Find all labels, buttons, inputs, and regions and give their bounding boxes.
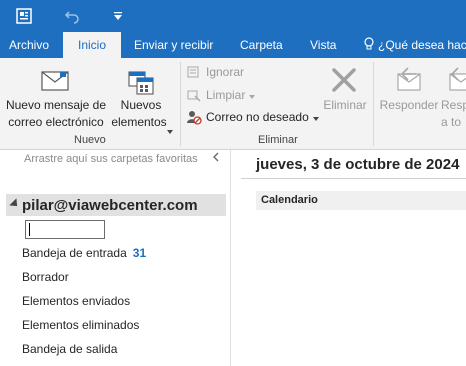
folder-item-drafts[interactable]: Borrador [22,270,69,284]
group-separator [180,62,181,146]
reply-all-label-1: Resp [441,98,466,112]
favorites-hint: Arrastre aquí sus carpetas favoritas [24,153,198,165]
new-items-label-2: elementos [111,115,167,129]
lightbulb-icon [364,32,378,58]
calendar-label: Calendario [261,194,318,206]
new-email-button[interactable]: Nuevo mensaje de correo electrónico [4,62,108,132]
delete-icon [330,66,358,99]
tab-carpeta[interactable]: Carpeta [240,32,283,58]
reply-all-button[interactable]: Resp a to [440,62,466,132]
ribbon-tabs: Archivo Inicio Enviar y recibir Carpeta … [0,32,466,58]
tab-archivo[interactable]: Archivo [9,32,49,58]
group-label-nuevo: Nuevo [74,134,106,146]
tab-enviar-recibir[interactable]: Enviar y recibir [134,32,213,58]
reply-icon [394,66,424,99]
new-email-icon [38,68,72,99]
undo-icon[interactable] [62,6,82,26]
folder-label: Elementos eliminados [22,318,140,332]
clean-up-button[interactable]: Limpiar [186,85,256,105]
folder-label: Elementos enviados [22,294,131,308]
clean-up-icon [186,87,202,103]
new-items-icon [126,64,156,101]
reply-label: Responder [379,98,439,112]
tell-me-search[interactable]: ¿Qué desea hace [364,32,466,58]
clean-up-label: Limpiar [206,88,246,102]
new-email-label-2: correo electrónico [8,115,104,129]
ignore-label: Ignorar [206,65,245,79]
folder-label: Borrador [22,270,69,284]
folder-item-inbox[interactable]: Bandeja de entrada 31 [22,246,146,260]
new-items-label-1: Nuevos [120,98,162,112]
junk-email-icon [186,109,202,125]
outlook-app-icon[interactable] [14,6,34,26]
tab-vista[interactable]: Vista [310,32,336,58]
divider [241,178,466,179]
date-header: jueves, 3 de octubre de 2024 [256,156,460,173]
reply-all-label-2: a to [441,115,462,129]
folder-item-deleted[interactable]: Elementos eliminados [22,318,139,332]
customize-toolbar-icon[interactable] [108,6,128,26]
reply-all-icon [446,66,466,99]
tab-inicio[interactable]: Inicio [63,32,121,58]
account-name: pilar@viawebcenter.com [22,197,198,214]
unread-count-badge: 31 [132,246,147,260]
new-folder-name-input[interactable] [25,220,105,239]
junk-email-label: Correo no deseado [206,110,309,124]
chevron-down-icon [312,110,319,124]
new-items-button[interactable]: Nuevos elementos [108,62,174,134]
delete-button[interactable]: Eliminar [320,62,370,132]
tell-me-text: ¿Qué desea hace [378,38,466,52]
collapse-pane-icon[interactable] [212,152,220,165]
text-caret [29,223,30,236]
folder-label: Bandeja de entrada [22,246,127,260]
group-separator [373,62,374,146]
folder-item-outbox[interactable]: Bandeja de salida [22,342,117,356]
chevron-down-icon [167,121,173,139]
chevron-down-icon [249,88,256,102]
delete-label: Eliminar [323,98,367,112]
junk-email-button[interactable]: Correo no deseado [186,107,319,127]
group-label-eliminar: Eliminar [258,134,298,146]
ignore-button[interactable]: Ignorar [186,62,244,82]
ignore-icon [186,64,202,80]
folder-label: Bandeja de salida [22,342,118,356]
new-email-label-1: Nuevo mensaje de [5,98,107,112]
title-bar [0,0,466,32]
reply-button[interactable]: Responder [378,62,440,132]
outlook-window: Archivo Inicio Enviar y recibir Carpeta … [0,0,466,366]
folder-item-sent[interactable]: Elementos enviados [22,294,130,308]
